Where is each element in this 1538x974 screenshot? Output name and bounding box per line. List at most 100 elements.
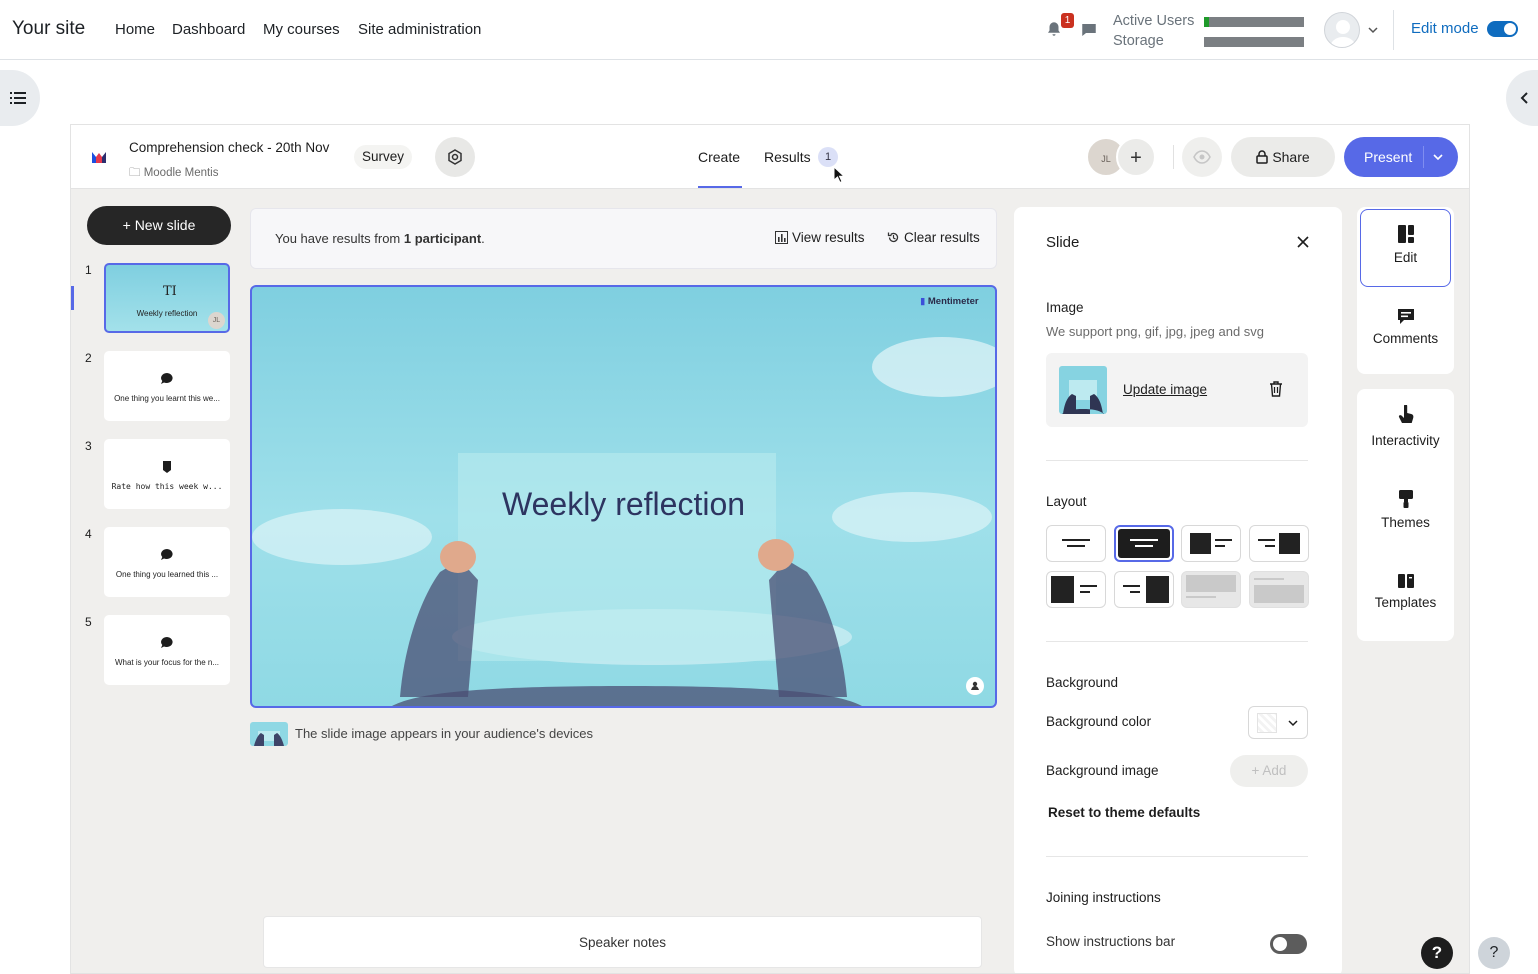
presentation-type-badge[interactable]: Survey <box>354 145 413 169</box>
chevron-down-icon <box>1288 720 1298 727</box>
image-caption: The slide image appears in your audience… <box>295 726 594 741</box>
edit-mode-label[interactable]: Edit mode <box>1411 20 1479 37</box>
show-instructions-bar-toggle[interactable] <box>1270 934 1307 954</box>
site-name[interactable]: Your site <box>12 18 85 40</box>
slide-thumbnail-5[interactable]: What is your focus for the n... <box>104 615 230 685</box>
tab-results[interactable]: Results <box>764 149 811 165</box>
speaker-notes-field[interactable]: Speaker notes <box>263 916 982 968</box>
tab-create[interactable]: Create <box>698 149 740 165</box>
layout-icon <box>1051 576 1097 603</box>
person-icon <box>971 681 979 690</box>
interactivity-rail-button[interactable]: Interactivity <box>1360 391 1451 469</box>
speech-bubble-icon <box>161 373 173 384</box>
close-icon[interactable] <box>1297 236 1309 248</box>
slide-thumbnail-4[interactable]: One thing you learned this ... <box>104 527 230 597</box>
view-results-label: View results <box>792 230 865 245</box>
storage-label: Storage <box>1113 33 1164 49</box>
comments-rail-label: Comments <box>1372 331 1439 346</box>
chevron-down-icon[interactable] <box>1432 152 1444 162</box>
nav-home[interactable]: Home <box>115 21 155 38</box>
add-label: Add <box>1262 763 1287 778</box>
layout-option-image-left-full[interactable] <box>1046 571 1106 608</box>
pointer-hand-icon <box>1398 405 1413 423</box>
templates-icon <box>1397 574 1414 588</box>
show-instructions-bar-label: Show instructions bar <box>1046 934 1176 949</box>
image-label: Image <box>1046 300 1084 315</box>
heading-icon: TI <box>163 284 176 297</box>
slide-thumbnail-1[interactable]: TI Weekly reflection JL <box>104 263 230 333</box>
folder-icon: 🗀 <box>129 167 141 179</box>
color-swatch <box>1257 713 1277 733</box>
results-notice: You have results from 1 participant. Vie… <box>250 208 997 269</box>
reset-theme-defaults-button[interactable]: Reset to theme defaults <box>1048 805 1200 820</box>
layout-icon <box>1186 575 1236 598</box>
layout-option-background-image[interactable] <box>1114 525 1174 562</box>
block-drawer-toggle[interactable] <box>1506 70 1538 126</box>
mentimeter-logo-icon[interactable] <box>91 149 107 165</box>
image-support-text: We support png, gif, jpg, jpeg and svg <box>1046 324 1265 339</box>
slide-thumbnail-3[interactable]: Rate how this week w... <box>104 439 230 509</box>
add-collaborator-button[interactable]: + <box>1116 137 1156 177</box>
update-image-link[interactable]: Update image <box>1123 382 1207 397</box>
gear-icon <box>448 149 462 165</box>
moodle-help-button[interactable]: ? <box>1478 937 1510 969</box>
audience-view-indicator[interactable] <box>966 677 984 695</box>
present-button[interactable]: Present <box>1344 137 1458 177</box>
trash-icon[interactable] <box>1269 381 1283 397</box>
slide-thumbnail-2[interactable]: One thing you learnt this we... <box>104 351 230 421</box>
slide-thumbnail-text: What is your focus for the n... <box>114 658 220 667</box>
user-avatar[interactable] <box>1324 12 1360 48</box>
settings-button[interactable] <box>435 137 475 177</box>
share-button[interactable]: Share <box>1231 137 1335 177</box>
layout-option-text-only[interactable] <box>1046 525 1106 562</box>
active-users-bar-fill <box>1204 17 1209 27</box>
layout-option-image-left[interactable] <box>1181 525 1241 562</box>
results-notice-text: You have results from 1 participant. <box>275 231 485 246</box>
presentation-title[interactable]: Comprehension check - 20th Nov <box>129 140 329 155</box>
mentimeter-help-button[interactable]: ? <box>1421 937 1453 969</box>
nav-site-administration[interactable]: Site administration <box>358 21 481 38</box>
layout-label: Layout <box>1046 494 1087 509</box>
preview-button[interactable] <box>1182 137 1222 177</box>
layout-icon <box>1254 578 1304 603</box>
slide-heading[interactable]: Weekly reflection <box>252 486 995 523</box>
clear-results-button[interactable]: Clear results <box>887 230 980 245</box>
new-slide-button[interactable]: + New slide <box>87 206 231 245</box>
chevron-down-icon[interactable] <box>1367 24 1379 36</box>
background-color-picker[interactable] <box>1248 706 1308 739</box>
chat-icon[interactable] <box>1080 21 1098 39</box>
templates-rail-button[interactable]: Templates <box>1360 559 1451 637</box>
reset-icon <box>887 232 899 243</box>
mentimeter-brand: Mentimeter <box>927 296 979 307</box>
templates-rail-label: Templates <box>1374 595 1437 610</box>
slide-number: 2 <box>85 351 92 365</box>
interactivity-rail-label: Interactivity <box>1371 433 1440 448</box>
slide-canvas[interactable]: ▮ Mentimeter Weekly reflection <box>250 285 997 708</box>
speech-bubble-icon <box>161 637 173 648</box>
layout-option-image-right[interactable] <box>1249 525 1309 562</box>
mouse-cursor-icon <box>833 166 845 184</box>
themes-rail-label: Themes <box>1381 515 1430 530</box>
view-results-button[interactable]: View results <box>775 230 865 245</box>
present-divider <box>1423 146 1424 168</box>
results-text-suffix: . <box>481 231 485 246</box>
themes-rail-button[interactable]: Themes <box>1360 475 1451 553</box>
toggle-knob <box>1273 937 1287 951</box>
add-background-image-button[interactable]: + Add <box>1230 755 1308 787</box>
layout-option-image-top-disabled <box>1181 571 1241 608</box>
folder-name: Moodle Mentis <box>143 167 219 179</box>
nav-dashboard[interactable]: Dashboard <box>172 21 245 38</box>
top-navbar: Your site Home Dashboard My courses Site… <box>0 0 1538 60</box>
comment-icon <box>1397 309 1414 324</box>
svg-text:TI: TI <box>163 284 176 297</box>
edit-mode-toggle[interactable] <box>1487 21 1518 37</box>
layout-icon <box>1123 576 1169 603</box>
slide-thumbnail-text: One thing you learnt this we... <box>114 394 220 403</box>
folder-breadcrumb[interactable]: 🗀 Moodle Mentis <box>129 165 219 184</box>
course-index-drawer-toggle[interactable] <box>0 70 40 126</box>
comments-rail-button[interactable]: Comments <box>1360 293 1451 371</box>
edit-rail-button[interactable]: Edit <box>1360 209 1451 287</box>
nav-my-courses[interactable]: My courses <box>263 21 340 38</box>
layout-option-image-right-full[interactable] <box>1114 571 1174 608</box>
layout-icon <box>1190 533 1232 554</box>
